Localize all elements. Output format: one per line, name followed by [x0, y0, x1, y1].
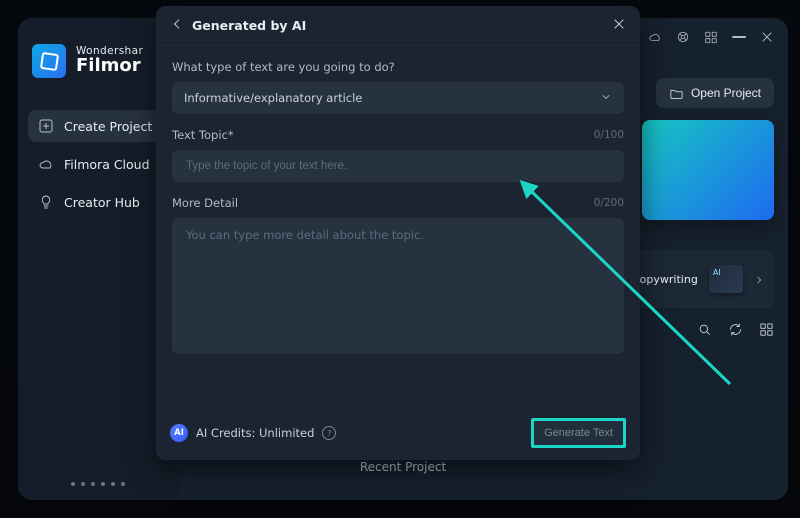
refresh-icon[interactable]	[728, 322, 743, 337]
ai-credits-label: AI Credits: Unlimited	[196, 426, 314, 440]
sidebar-item-create-project[interactable]: Create Project	[28, 110, 168, 142]
open-project-label: Open Project	[691, 86, 761, 100]
modal-footer: AI AI Credits: Unlimited ? Generate Text	[170, 418, 626, 448]
topic-input-wrapper	[172, 150, 624, 182]
detail-textarea[interactable]	[184, 226, 616, 350]
text-type-select[interactable]: Informative/explanatory article	[172, 82, 624, 114]
recent-project-label: Recent Project	[360, 460, 446, 474]
modal-header: Generated by AI	[156, 6, 640, 46]
detail-label: More Detail	[172, 196, 238, 210]
project-thumbnail[interactable]	[642, 120, 774, 220]
sidebar-item-label: Create Project	[64, 119, 152, 134]
cloud-icon	[38, 156, 54, 172]
select-value: Informative/explanatory article	[184, 91, 362, 105]
grid-icon[interactable]	[759, 322, 774, 337]
detail-textarea-wrapper	[172, 218, 624, 354]
open-project-button[interactable]: Open Project	[656, 78, 774, 108]
back-icon[interactable]	[170, 16, 184, 35]
ai-modal: Generated by AI What type of text are yo…	[156, 6, 640, 460]
ai-credits: AI AI Credits: Unlimited ?	[170, 424, 336, 442]
feature-label: Copywriting	[632, 273, 698, 286]
brand-logo	[32, 44, 66, 78]
plus-icon	[38, 118, 54, 134]
sidebar-item-label: Filmora Cloud	[64, 157, 150, 172]
sidebar-item-filmora-cloud[interactable]: Filmora Cloud	[28, 148, 168, 180]
chevron-right-icon	[754, 270, 764, 289]
folder-icon	[669, 86, 683, 100]
pagination-dots	[71, 482, 125, 486]
info-icon[interactable]: ?	[322, 426, 336, 440]
sidebar-item-creator-hub[interactable]: Creator Hub	[28, 186, 168, 218]
sidebar: Wondershar Filmor Create Project Filmora…	[18, 18, 178, 500]
sidebar-nav: Create Project Filmora Cloud Creator Hub	[18, 110, 178, 218]
detail-counter: 0/200	[594, 197, 624, 209]
right-row-icons	[697, 322, 774, 337]
bulb-icon	[38, 194, 54, 210]
sidebar-item-label: Creator Hub	[64, 195, 140, 210]
topic-counter: 0/100	[594, 129, 624, 141]
close-icon[interactable]	[612, 16, 626, 35]
modal-title: Generated by AI	[192, 18, 306, 33]
modal-body: What type of text are you going to do? I…	[156, 46, 640, 364]
feature-card-icon	[709, 265, 743, 293]
brand-text: Wondershar Filmor	[76, 46, 143, 76]
topic-label: Text Topic*	[172, 128, 234, 142]
generate-text-button[interactable]: Generate Text	[531, 418, 626, 448]
ai-badge-icon: AI	[170, 424, 188, 442]
feature-copywriting[interactable]: Copywriting	[622, 250, 774, 308]
chevron-down-icon	[600, 91, 612, 106]
topic-input[interactable]	[184, 159, 612, 173]
search-icon[interactable]	[697, 322, 712, 337]
right-strip: Open Project Copywriting	[626, 18, 774, 500]
modal-question: What type of text are you going to do?	[172, 60, 624, 74]
brand-name-bottom: Filmor	[76, 57, 143, 76]
